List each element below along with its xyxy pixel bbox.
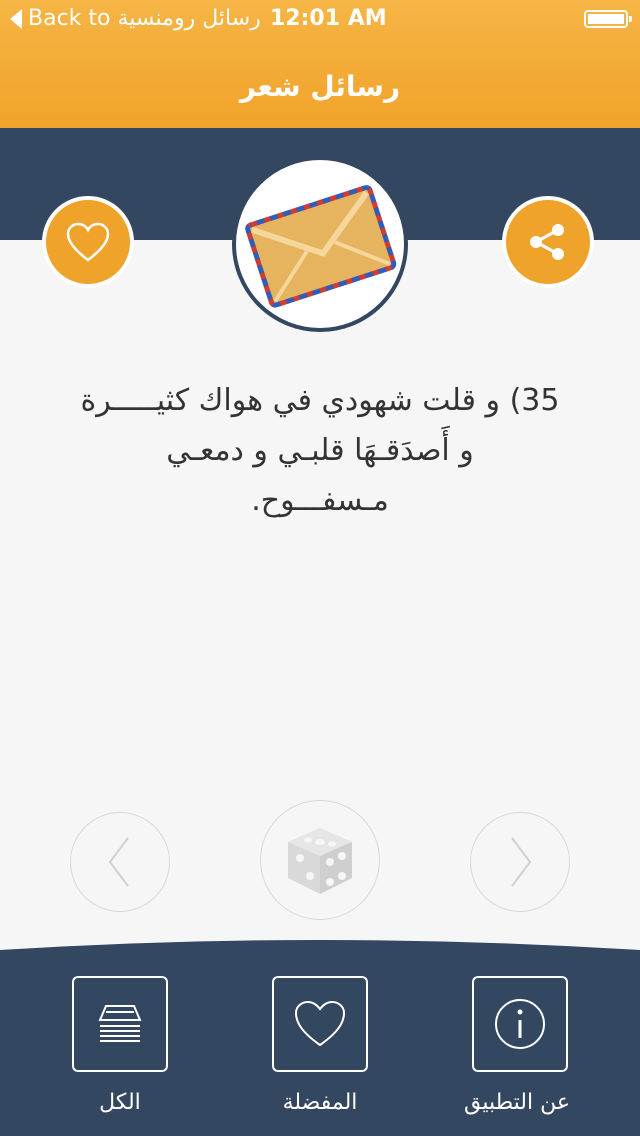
dice-icon (288, 828, 352, 894)
list-icon (98, 1005, 142, 1042)
share-button[interactable] (502, 196, 594, 288)
favorite-button[interactable] (42, 196, 134, 288)
chevron-left-icon (108, 837, 129, 887)
message-line: مـسفـــوح. (251, 483, 389, 518)
message-text: 35) و قلت شهودي في هواك كثيـــــرة و أَص… (60, 376, 580, 526)
battery-icon (584, 10, 632, 28)
next-button[interactable] (470, 812, 570, 912)
random-button[interactable] (260, 800, 380, 920)
heart-icon (294, 1000, 346, 1047)
page-title: رسائل شعر (239, 70, 401, 103)
message-line: و أَصدَقـهَا قلبـي و دمعـي (166, 433, 474, 468)
info-icon (495, 999, 545, 1049)
envelope-icon (245, 185, 397, 308)
envelope-image (232, 156, 408, 332)
tab-about-label: عن التطبيق (464, 1090, 570, 1115)
message-line: 35) و قلت شهودي في هواك كثيـــــرة (80, 383, 560, 418)
tab-favorites-box (272, 976, 368, 1072)
header: Back to رسائل رومنسية 12:01 AM رسائل شعر (0, 0, 640, 129)
back-to-app-button[interactable]: Back to رسائل رومنسية (10, 6, 261, 31)
tab-about-box (472, 976, 568, 1072)
tab-all-box (72, 976, 168, 1072)
back-label: Back to رسائل رومنسية (28, 6, 261, 31)
tab-favorites-label: المفضلة (282, 1090, 358, 1115)
heart-outline-icon (66, 222, 110, 262)
chevron-right-icon (511, 837, 532, 887)
back-arrow-icon (10, 8, 22, 29)
tab-favorites[interactable]: المفضلة (270, 976, 370, 1115)
previous-button[interactable] (70, 812, 170, 912)
tab-about[interactable]: عن التطبيق (464, 976, 570, 1115)
share-icon (530, 224, 564, 260)
tab-all-label: الكل (99, 1090, 141, 1115)
status-time: 12:01 AM (270, 6, 387, 31)
tab-all[interactable]: الكل (70, 976, 170, 1115)
